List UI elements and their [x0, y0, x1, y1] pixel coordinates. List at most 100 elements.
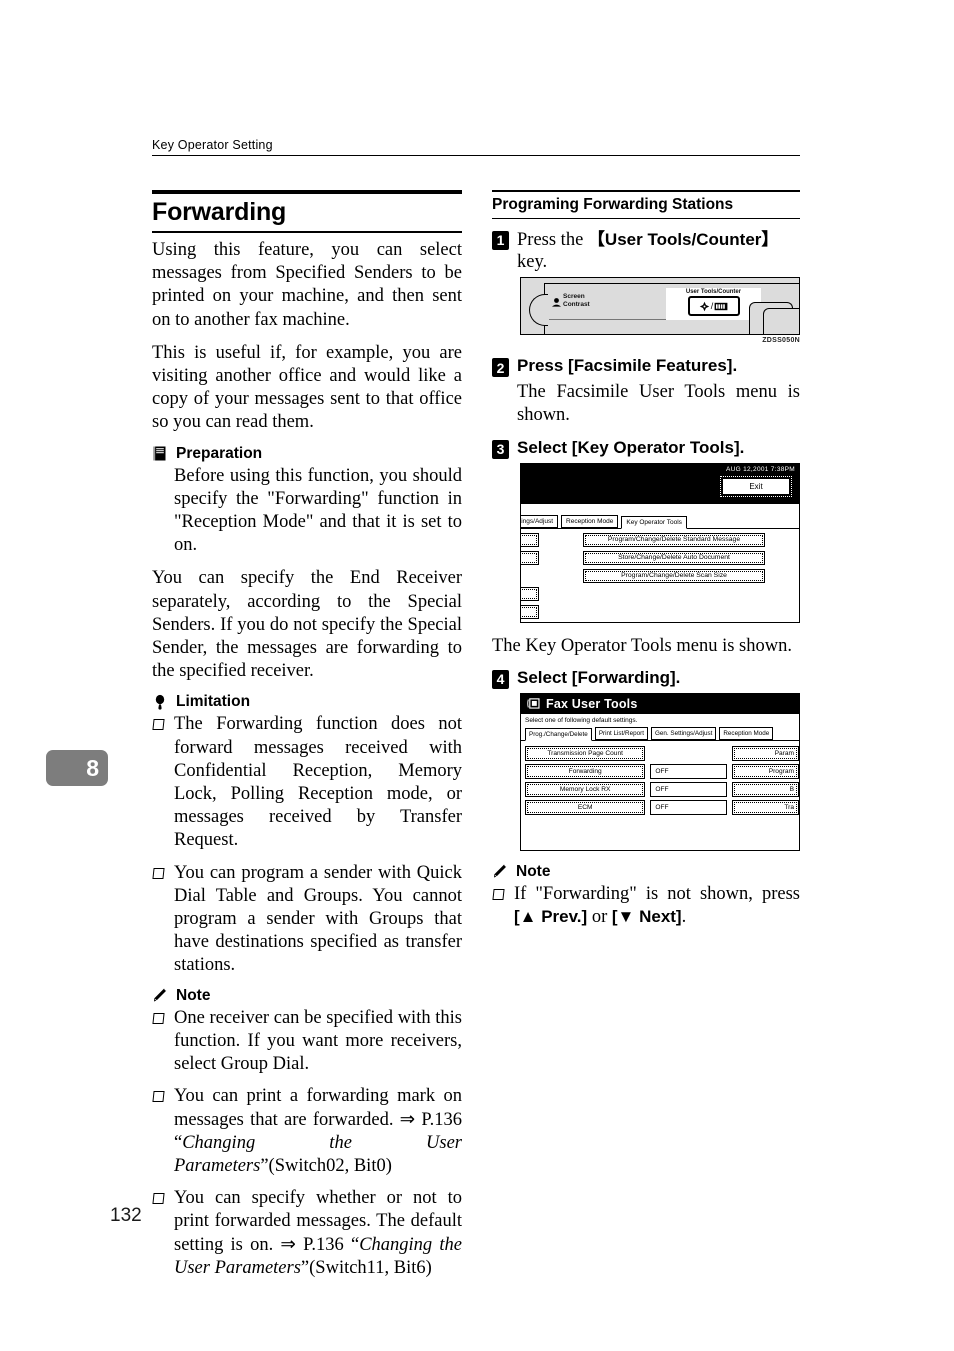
chapter-number-tab: 8 [46, 750, 108, 786]
tab-key-operator-tools[interactable]: Key Operator Tools [621, 515, 687, 529]
note-text-post: . [681, 907, 687, 927]
screen-contrast-line2: Contrast [563, 301, 590, 309]
button-program-change-delete-standard-message[interactable]: Program/Change/Delete Standard Message [583, 532, 765, 547]
panel-right-corner-b [763, 308, 799, 335]
note-heading: Note [152, 987, 462, 1005]
setting-value [650, 745, 727, 761]
setting-name-forwarding[interactable]: Forwarding [525, 763, 646, 779]
preparation-text: Before using this function, you should s… [174, 465, 462, 556]
preparation-label: Preparation [176, 444, 263, 462]
step-number: 3 [492, 439, 509, 459]
step-3: 3 Select [Key Operator Tools]. [492, 438, 800, 459]
fax-user-tools-title-bar: Fax User Tools [521, 693, 799, 714]
step-number: 4 [492, 669, 509, 689]
running-head: Key Operator Setting [152, 138, 800, 156]
fax-user-tools-icon [527, 697, 541, 710]
step-4: 4 Select [Forwarding]. [492, 668, 800, 689]
lcd-stub-button[interactable] [521, 532, 539, 547]
limitation-label: Limitation [176, 693, 251, 711]
tab-prog-change-delete[interactable]: Prog./Change/Delete [525, 728, 592, 742]
list-item-text: The Forwarding function does not forward… [174, 714, 462, 851]
list-item-suffix: ”(Switch11, Bit6) [300, 1257, 432, 1278]
tab-general-settings-adjust[interactable]: ettings/Adjust [521, 514, 559, 528]
subsection-heading-programing-forwarding-stations: Programing Forwarding Stations [492, 190, 800, 219]
list-item: If "Forwarding" is not shown, press [▲ P… [492, 883, 800, 929]
button-program-change-delete-scan-size[interactable]: Program/Change/Delete Scan Size [583, 568, 765, 583]
lcd-option-button-column: Program/Change/Delete Standard Message S… [583, 532, 765, 587]
limitation-heading: Limitation [152, 693, 462, 711]
tab-reception-mode[interactable]: Reception Mode [719, 726, 774, 740]
square-bullet-icon [152, 1193, 165, 1205]
fax-user-tools-tab-row: Prog./Change/Delete Print List/Report Ge… [521, 726, 799, 742]
chapter-number: 8 [86, 754, 99, 781]
fax-user-tools-title: Fax User Tools [546, 696, 638, 711]
list-item: You can specify whether or not to print … [152, 1187, 462, 1280]
subheading-title: Programing Forwarding Stations [492, 196, 734, 213]
list-item: You can program a sender with Quick Dial… [152, 862, 462, 978]
setting-right-partial-parameter[interactable]: Param [731, 745, 799, 761]
table-row: Forwarding OFF Program [525, 763, 799, 779]
step-2-text: Press [Facsimile Features]. [517, 356, 738, 376]
intro-paragraph-3: You can specify the End Receiver separat… [152, 568, 462, 682]
lcd-stub-button[interactable] [521, 604, 539, 619]
setting-right-partial-tra[interactable]: Tra [731, 799, 799, 815]
note-label: Note [516, 862, 551, 880]
step-1-key-label: 【User Tools/Counter】 [587, 229, 779, 249]
exit-button[interactable]: Exit [720, 475, 792, 497]
contrast-dial-icon [551, 295, 562, 307]
lcd-tab-row: ettings/Adjust Reception Mode Key Operat… [521, 514, 799, 529]
screen-contrast-label: Screen Contrast [563, 293, 590, 309]
list-item: You can print a forwarding mark on messa… [152, 1085, 462, 1178]
setting-value-forwarding: OFF [650, 763, 727, 779]
setting-name-transmission-page-count[interactable]: Transmission Page Count [525, 745, 646, 761]
lcd-content-area: Program/Change/Delete Standard Message S… [521, 528, 799, 622]
operation-panel-body: Screen Contrast User Tools/Counter / [520, 277, 800, 336]
setting-name-memory-lock-rx[interactable]: Memory Lock RX [525, 781, 646, 797]
list-item: The Forwarding function does not forward… [152, 713, 462, 852]
step-number: 1 [492, 230, 509, 250]
tab-gen-settings-adjust[interactable]: Gen. Settings/Adjust [650, 726, 717, 740]
tab-print-list-report[interactable]: Print List/Report [594, 726, 648, 740]
page-number: 132 [110, 1205, 142, 1226]
setting-right-partial-b[interactable]: B [731, 781, 799, 797]
note-label: Note [176, 986, 211, 1004]
square-bullet-icon [152, 867, 165, 879]
user-tools-counter-group: User Tools/Counter / [666, 288, 761, 321]
operation-panel-figure: Screen Contrast User Tools/Counter / ZDS… [520, 277, 800, 344]
step-3-text: Select [Key Operator Tools]. [517, 437, 745, 457]
step-1: 1 Press the 【User Tools/Counter】 key. [492, 229, 800, 273]
left-column: Forwarding Using this feature, you can s… [152, 190, 462, 1289]
note-notice-right: Note If "Forwarding" is not shown, press… [492, 863, 800, 929]
panel-left-arc [529, 294, 548, 327]
user-tools-counter-label: User Tools/Counter [685, 289, 742, 296]
setting-name-ecm[interactable]: ECM [525, 799, 646, 815]
step-2-heading: 2 Press [Facsimile Features]. [492, 356, 800, 378]
tab-reception-mode[interactable]: Reception Mode [561, 514, 619, 528]
list-item-suffix: ”(Switch02, Bit0) [260, 1155, 392, 1176]
table-row: ECM OFF Tra [525, 799, 799, 815]
setting-right-partial-program[interactable]: Program [731, 763, 799, 779]
lcd-status-bar: AUG 12,2001 7:38PM [521, 463, 799, 475]
pencil-icon [492, 863, 509, 880]
intro-paragraph-1: Using this feature, you can select messa… [152, 240, 462, 330]
setting-value-ecm: OFF [650, 799, 727, 815]
lcd-stub-button[interactable] [521, 586, 539, 601]
step-3-heading: 3 Select [Key Operator Tools]. [492, 438, 800, 459]
preparation-heading: Preparation [152, 445, 462, 463]
square-bullet-icon [492, 888, 505, 900]
note-text-mid: or [587, 907, 612, 927]
lcd-stub-button[interactable] [521, 550, 539, 565]
list-item-text: One receiver can be specified with this … [174, 1007, 462, 1075]
step-2: 2 Press [Facsimile Features]. The Facsim… [492, 356, 800, 427]
screen-contrast-line1: Screen [563, 293, 585, 301]
square-bullet-icon [152, 1091, 165, 1103]
note-heading: Note [492, 863, 800, 881]
user-tools-counter-key-icon[interactable]: / [687, 296, 740, 317]
fax-user-tools-setting-rows: Transmission Page Count Param Forwarding… [521, 741, 799, 815]
setting-value-memory-lock-rx: OFF [650, 781, 727, 797]
square-bullet-icon [152, 1012, 165, 1024]
square-bullet-icon [152, 719, 165, 731]
button-store-change-delete-auto-document[interactable]: Store/Change/Delete Auto Document [583, 550, 765, 565]
note-notice-left: Note One receiver can be specified with … [152, 987, 462, 1280]
list-item: One receiver can be specified with this … [152, 1007, 462, 1077]
